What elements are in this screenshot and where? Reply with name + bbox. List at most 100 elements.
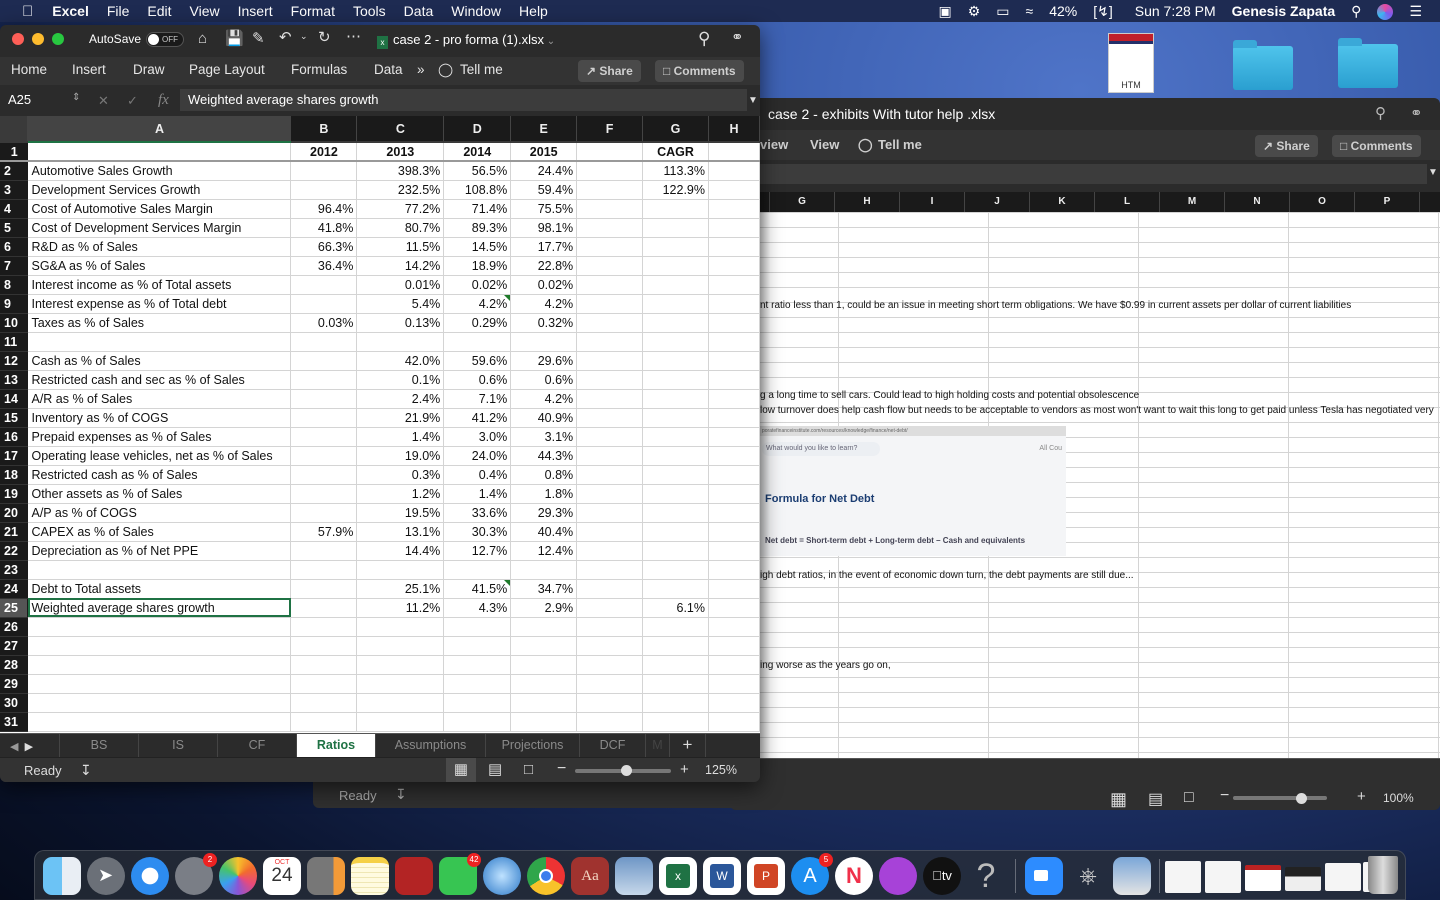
cell-C12[interactable]: 42.0% — [356, 351, 445, 371]
col-header-P[interactable]: P — [1355, 192, 1420, 212]
cell-F27[interactable] — [576, 636, 644, 656]
cell-G14[interactable] — [642, 389, 709, 409]
cell-D13[interactable]: 0.6% — [443, 370, 512, 390]
cell-A18[interactable]: Restricted cash as % of Sales — [27, 465, 292, 485]
cell-G23[interactable] — [642, 560, 709, 580]
minimize-window-button[interactable] — [32, 33, 44, 45]
cell-G9[interactable] — [642, 294, 709, 314]
cell-G2[interactable]: 113.3% — [642, 161, 709, 181]
cell-H6[interactable] — [708, 237, 760, 257]
cell-B2[interactable] — [290, 161, 358, 181]
cell-B28[interactable] — [290, 655, 358, 675]
col-header-B[interactable]: B — [290, 116, 358, 143]
undo-icon[interactable]: ↶ — [279, 30, 292, 45]
cell-C8[interactable]: 0.01% — [356, 275, 445, 295]
cell-A31[interactable] — [27, 712, 292, 732]
cell-F26[interactable] — [576, 617, 644, 637]
pasted-web-screenshot[interactable]: poratefinanceinstitute.com/resources/kno… — [760, 426, 1066, 556]
cell-C24[interactable]: 25.1% — [356, 579, 445, 599]
cell-A7[interactable]: SG&A as % of Sales — [27, 256, 292, 276]
cell-H20[interactable] — [708, 503, 760, 523]
cell-C13[interactable]: 0.1% — [356, 370, 445, 390]
cell-B15[interactable] — [290, 408, 358, 428]
cell-B31[interactable] — [290, 712, 358, 732]
menu-data[interactable]: Data — [395, 3, 443, 19]
spotlight-icon[interactable]: ⚲ — [1343, 3, 1369, 20]
dock-calendar-icon[interactable]: OCT 24 — [263, 857, 301, 895]
cell-C21[interactable]: 13.1% — [356, 522, 445, 542]
dock-minimized-chrome-window[interactable] — [1245, 865, 1281, 891]
cell-G12[interactable] — [642, 351, 709, 371]
row-header[interactable]: 21 — [0, 522, 29, 542]
cell-A4[interactable]: Cost of Automotive Sales Margin — [27, 199, 292, 219]
cell-F30[interactable] — [576, 693, 644, 713]
back-lightbulb-icon[interactable]: ◯ — [858, 137, 873, 153]
cell-H25[interactable] — [708, 598, 760, 618]
cell-D12[interactable]: 59.6% — [443, 351, 512, 371]
prev-sheet-icon[interactable]: ◀ — [10, 741, 18, 753]
home-icon[interactable]: ⌂ — [198, 31, 207, 46]
cell-B5[interactable]: 41.8% — [290, 218, 358, 238]
cell-F11[interactable] — [576, 332, 644, 352]
cell-H11[interactable] — [708, 332, 760, 352]
cell-D21[interactable]: 30.3% — [443, 522, 512, 542]
dock-minimized-preview-window[interactable] — [1325, 863, 1361, 891]
cell-F5[interactable] — [576, 218, 644, 238]
menu-help[interactable]: Help — [510, 3, 557, 19]
row-header[interactable]: 14 — [0, 389, 29, 409]
cell-B30[interactable] — [290, 693, 358, 713]
share-people-icon[interactable]: ⚭ — [1410, 106, 1423, 121]
cell-A16[interactable]: Prepaid expenses as % of Sales — [27, 427, 292, 447]
cell-E10[interactable]: 0.32% — [510, 313, 578, 333]
cell-B7[interactable]: 36.4% — [290, 256, 358, 276]
dock-excel-icon[interactable]: x — [659, 857, 697, 895]
cell-A28[interactable] — [27, 655, 292, 675]
col-header-G[interactable]: G — [770, 192, 835, 212]
cell-D31[interactable] — [443, 712, 512, 732]
cell-B18[interactable] — [290, 465, 358, 485]
name-box-stepper-icon[interactable]: ⇕ — [72, 93, 80, 103]
cell-H16[interactable] — [708, 427, 760, 447]
cell-E24[interactable]: 34.7% — [510, 579, 578, 599]
cell-H28[interactable] — [708, 655, 760, 675]
cell-E22[interactable]: 12.4% — [510, 541, 578, 561]
row-header[interactable]: 10 — [0, 313, 29, 333]
cell-D25[interactable]: 4.3% — [443, 598, 512, 618]
row-header[interactable]: 29 — [0, 674, 29, 694]
cell-A17[interactable]: Operating lease vehicles, net as % of Sa… — [27, 446, 292, 466]
cell-B20[interactable] — [290, 503, 358, 523]
cell-G7[interactable] — [642, 256, 709, 276]
normal-view-icon[interactable]: ▦ — [1110, 789, 1127, 810]
cell-E17[interactable]: 44.3% — [510, 446, 578, 466]
cell-C19[interactable]: 1.2% — [356, 484, 445, 504]
row-header[interactable]: 3 — [0, 180, 29, 200]
row-header[interactable]: 23 — [0, 560, 29, 580]
cell-E14[interactable]: 4.2% — [510, 389, 578, 409]
cell-A8[interactable]: Interest income as % of Total assets — [27, 275, 292, 295]
apple-menu-icon[interactable]:  — [0, 3, 43, 20]
row-header[interactable]: 19 — [0, 484, 29, 504]
cell-B17[interactable] — [290, 446, 358, 466]
col-header-N[interactable]: N — [1225, 192, 1290, 212]
col-header-M[interactable]: M — [1160, 192, 1225, 212]
cell-D7[interactable]: 18.9% — [443, 256, 512, 276]
col-header-A[interactable]: A — [27, 116, 292, 143]
cell-G27[interactable] — [642, 636, 709, 656]
dock-preview-icon[interactable] — [1113, 857, 1151, 895]
comments-button[interactable]: □ Comments — [655, 60, 744, 82]
cell-C3[interactable]: 232.5% — [356, 180, 445, 200]
cell-A6[interactable]: R&D as % of Sales — [27, 237, 292, 257]
cell-H4[interactable] — [708, 199, 760, 219]
dock-mail-icon[interactable] — [615, 857, 653, 895]
dock-dictionary-icon[interactable]: Aa — [571, 857, 609, 895]
cell-G19[interactable] — [642, 484, 709, 504]
background-excel-window[interactable]: case 2 - exhibits With tutor help .xlsx … — [730, 98, 1440, 810]
cell-B3[interactable] — [290, 180, 358, 200]
dock-notes-icon[interactable] — [351, 857, 389, 895]
cell-E29[interactable] — [510, 674, 578, 694]
dock-system-preferences-icon[interactable]: 2 — [175, 853, 217, 895]
siri-icon[interactable] — [1369, 2, 1401, 20]
cell-C22[interactable]: 14.4% — [356, 541, 445, 561]
cell-C17[interactable]: 19.0% — [356, 446, 445, 466]
cell-E7[interactable]: 22.8% — [510, 256, 578, 276]
